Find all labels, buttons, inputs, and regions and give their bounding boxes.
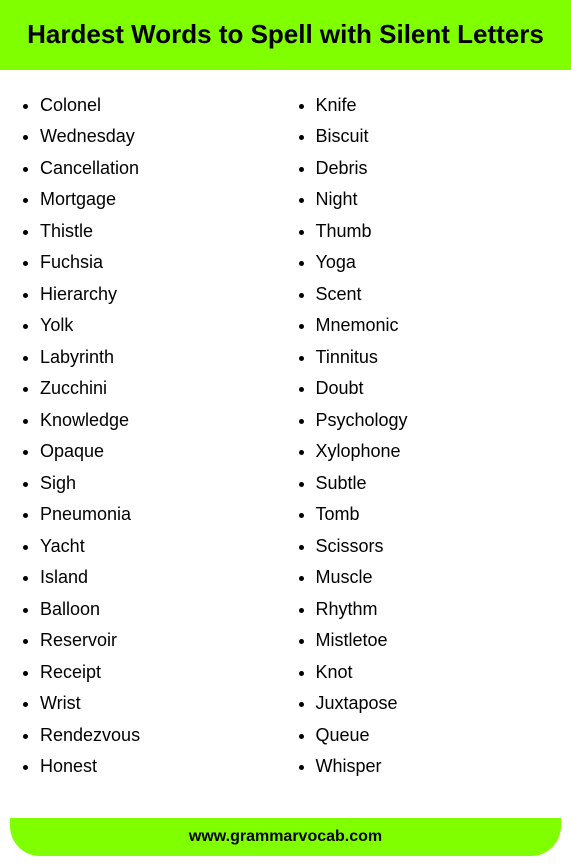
list-item: Sigh — [40, 468, 276, 500]
list-item: Island — [40, 562, 276, 594]
list-item: Pneumonia — [40, 499, 276, 531]
right-word-list: KnifeBiscuitDebrisNightThumbYogaScentMne… — [296, 90, 552, 783]
list-item: Psychology — [316, 405, 552, 437]
list-item: Mnemonic — [316, 310, 552, 342]
list-item: Scent — [316, 279, 552, 311]
right-column: KnifeBiscuitDebrisNightThumbYogaScentMne… — [286, 90, 562, 798]
footer-url: www.grammarvocab.com — [189, 828, 382, 845]
list-item: Scissors — [316, 531, 552, 563]
left-column: ColonelWednesdayCancellationMortgageThis… — [10, 90, 286, 798]
list-item: Wrist — [40, 688, 276, 720]
list-item: Whisper — [316, 751, 552, 783]
list-item: Yoga — [316, 247, 552, 279]
list-item: Knife — [316, 90, 552, 122]
list-item: Mistletoe — [316, 625, 552, 657]
list-item: Rendezvous — [40, 720, 276, 752]
list-item: Hierarchy — [40, 279, 276, 311]
list-item: Yacht — [40, 531, 276, 563]
list-item: Receipt — [40, 657, 276, 689]
list-item: Fuchsia — [40, 247, 276, 279]
list-item: Honest — [40, 751, 276, 783]
content-area: ColonelWednesdayCancellationMortgageThis… — [0, 70, 571, 818]
list-item: Night — [316, 184, 552, 216]
list-item: Labyrinth — [40, 342, 276, 374]
list-item: Knowledge — [40, 405, 276, 437]
list-item: Mortgage — [40, 184, 276, 216]
list-item: Muscle — [316, 562, 552, 594]
list-item: Colonel — [40, 90, 276, 122]
list-item: Knot — [316, 657, 552, 689]
list-item: Xylophone — [316, 436, 552, 468]
list-item: Cancellation — [40, 153, 276, 185]
page-title: Hardest Words to Spell with Silent Lette… — [20, 18, 551, 52]
list-item: Wednesday — [40, 121, 276, 153]
list-item: Reservoir — [40, 625, 276, 657]
list-item: Balloon — [40, 594, 276, 626]
page-header: Hardest Words to Spell with Silent Lette… — [0, 0, 571, 70]
page-footer: www.grammarvocab.com — [10, 818, 561, 856]
list-item: Zucchini — [40, 373, 276, 405]
list-item: Doubt — [316, 373, 552, 405]
list-item: Opaque — [40, 436, 276, 468]
list-item: Thumb — [316, 216, 552, 248]
left-word-list: ColonelWednesdayCancellationMortgageThis… — [20, 90, 276, 783]
list-item: Thistle — [40, 216, 276, 248]
list-item: Debris — [316, 153, 552, 185]
list-item: Biscuit — [316, 121, 552, 153]
list-item: Queue — [316, 720, 552, 752]
list-item: Tinnitus — [316, 342, 552, 374]
list-item: Rhythm — [316, 594, 552, 626]
list-item: Yolk — [40, 310, 276, 342]
list-item: Tomb — [316, 499, 552, 531]
list-item: Subtle — [316, 468, 552, 500]
list-item: Juxtapose — [316, 688, 552, 720]
